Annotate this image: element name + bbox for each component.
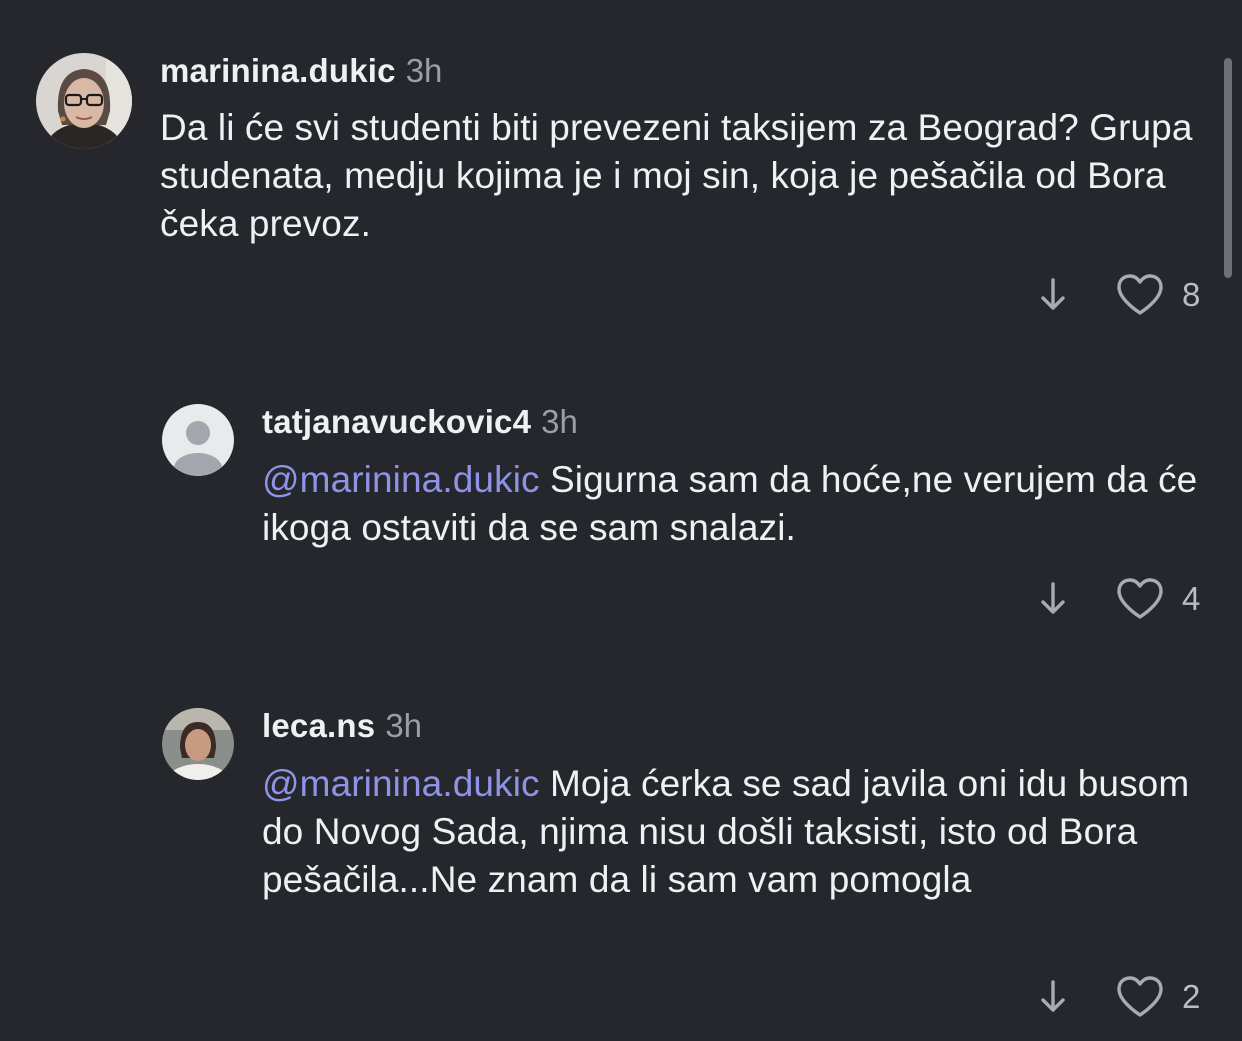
avatar-leca-ns[interactable] [162, 708, 234, 780]
comment-text: @marinina.dukic Moja ćerka se sad javila… [262, 760, 1202, 904]
mention-link[interactable]: @marinina.dukic [262, 763, 540, 804]
comment-actions: 2 [1030, 972, 1220, 1022]
comment-actions: 4 [1030, 574, 1220, 624]
heart-outline-icon[interactable] [1115, 974, 1165, 1020]
comment-header: tatjanavuckovic4 3h [262, 402, 578, 442]
like-count: 2 [1182, 978, 1201, 1015]
scrollbar[interactable] [1224, 58, 1232, 278]
timestamp: 3h [405, 52, 443, 89]
timestamp: 3h [541, 403, 578, 440]
avatar-tatjanavuckovic4[interactable] [162, 404, 234, 476]
avatar-marinina-dukic[interactable] [36, 53, 132, 149]
mention-link[interactable]: @marinina.dukic [262, 459, 540, 500]
username[interactable]: tatjanavuckovic4 [262, 403, 531, 440]
comment-header: marinina.dukic 3h [160, 51, 442, 91]
like-count: 8 [1182, 276, 1201, 313]
username[interactable]: marinina.dukic [160, 52, 396, 89]
heart-outline-icon[interactable] [1115, 272, 1165, 318]
reply-leca-ns: leca.ns 3h @marinina.dukic Moja ćerka se … [0, 690, 1242, 1041]
comment-text: @marinina.dukic Sigurna sam da hoće,ne v… [262, 456, 1202, 552]
like-count: 4 [1182, 580, 1201, 617]
username[interactable]: leca.ns [262, 707, 375, 744]
comment-marinina-dukic: marinina.dukic 3h Da li će svi studenti b… [0, 0, 1242, 340]
heart-outline-icon[interactable] [1115, 576, 1165, 622]
comment-text: Da li će svi studenti biti prevezeni tak… [160, 104, 1210, 248]
comment-body: Da li će svi studenti biti prevezeni tak… [160, 107, 1193, 244]
reply-tatjanavuckovic4: tatjanavuckovic4 3h @marinina.dukic Sigur… [0, 380, 1242, 680]
timestamp: 3h [385, 707, 423, 744]
arrow-down-icon[interactable] [1038, 977, 1068, 1017]
comment-header: leca.ns 3h [262, 706, 422, 746]
comment-actions: 8 [1030, 270, 1220, 320]
arrow-down-icon[interactable] [1038, 579, 1068, 619]
arrow-down-icon[interactable] [1038, 275, 1068, 315]
